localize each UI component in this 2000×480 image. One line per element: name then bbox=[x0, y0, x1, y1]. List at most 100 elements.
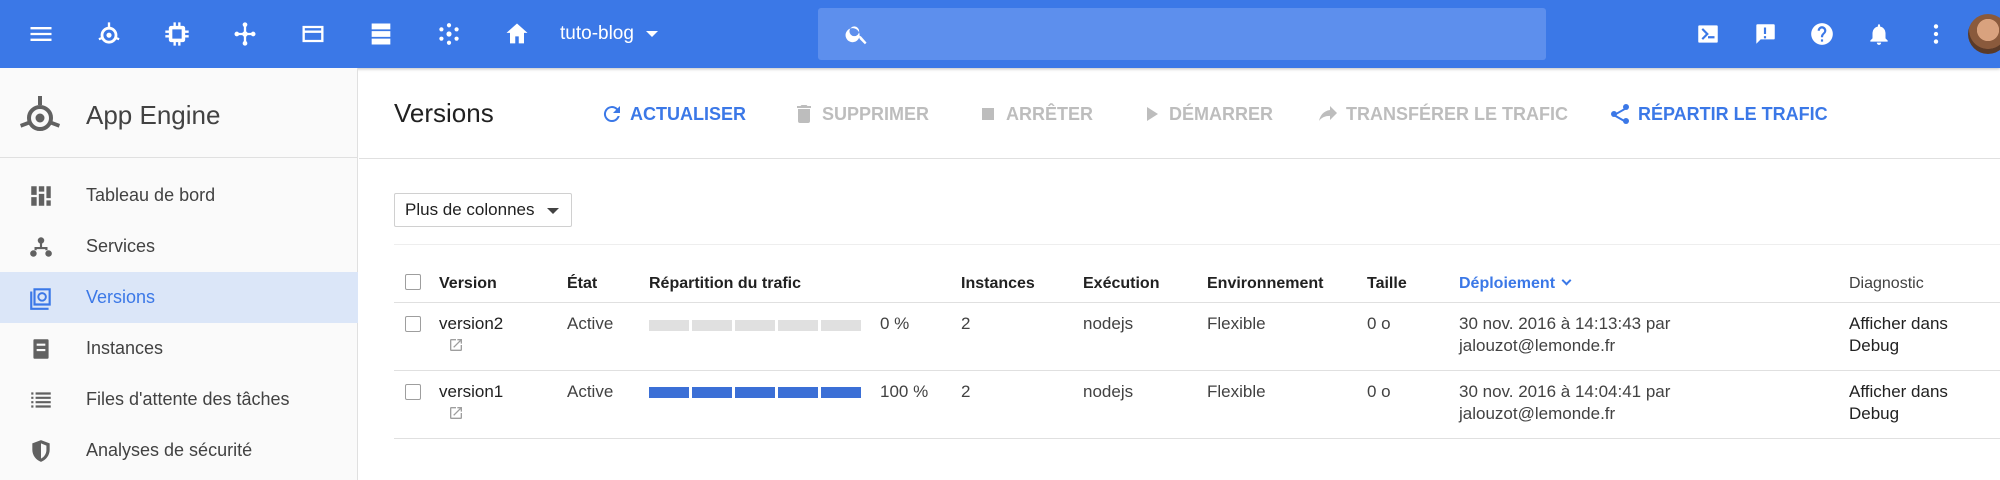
version-id[interactable]: version1 bbox=[439, 381, 503, 403]
column-header-state[interactable]: État bbox=[567, 275, 597, 293]
stop-label: ARRÊTER bbox=[1006, 103, 1094, 124]
feedback-icon[interactable] bbox=[1745, 14, 1785, 54]
play-icon bbox=[1147, 107, 1158, 121]
trash-icon bbox=[797, 105, 811, 123]
debug-link-line2[interactable]: Debug bbox=[1849, 403, 1899, 425]
sidebar-item-instances[interactable]: Instances bbox=[0, 323, 358, 374]
avatar[interactable] bbox=[1968, 14, 2000, 54]
traffic-percent: 0 % bbox=[880, 314, 910, 333]
notifications-icon[interactable] bbox=[1859, 14, 1899, 54]
deployed-by: jalouzot@lemonde.fr bbox=[1459, 404, 1616, 423]
app-engine-icon[interactable] bbox=[89, 14, 129, 54]
migrate-traffic-button[interactable]: TRANSFÉRER LE TRAFIC bbox=[1316, 100, 1568, 128]
share-icon bbox=[1611, 104, 1629, 124]
storage-icon[interactable] bbox=[293, 14, 333, 54]
row-checkbox[interactable] bbox=[405, 384, 421, 400]
sidebar-item-dashboard[interactable]: Tableau de bord bbox=[0, 170, 358, 221]
refresh-label: ACTUALISER bbox=[630, 103, 746, 124]
cluster-icon[interactable] bbox=[429, 14, 469, 54]
column-header-environment[interactable]: Environnement bbox=[1207, 275, 1323, 293]
database-icon[interactable] bbox=[361, 14, 401, 54]
sidebar-item-label: Tableau de bord bbox=[86, 185, 216, 205]
traffic-bar-segment bbox=[735, 320, 775, 331]
column-header-version[interactable]: Version bbox=[439, 275, 497, 293]
sidebar-item-security-scans[interactable]: Analyses de sécurité bbox=[0, 425, 358, 476]
column-header-size[interactable]: Taille bbox=[1367, 275, 1407, 293]
help-icon[interactable] bbox=[1802, 14, 1842, 54]
delete-button[interactable]: SUPPRIMER bbox=[792, 100, 929, 128]
sidebar-item-versions[interactable]: Versions bbox=[0, 272, 358, 323]
versions-icon bbox=[26, 283, 56, 313]
instances-icon bbox=[26, 334, 56, 364]
debug-link-line2[interactable]: Debug bbox=[1849, 335, 1899, 357]
sidebar-item-task-queues[interactable]: Files d'attente des tâches bbox=[0, 374, 358, 425]
start-button[interactable]: DÉMARRER bbox=[1139, 100, 1273, 128]
traffic-bar bbox=[649, 320, 861, 331]
traffic-bar bbox=[649, 387, 861, 398]
more-columns-dropdown[interactable]: Plus de colonnes bbox=[394, 193, 572, 227]
stop-button[interactable]: ARRÊTER bbox=[976, 100, 1093, 128]
home-icon[interactable] bbox=[497, 14, 537, 54]
search-icon bbox=[845, 26, 867, 45]
compute-chip-icon[interactable] bbox=[157, 14, 197, 54]
column-header-deployed[interactable]: Déploiement bbox=[1459, 275, 1572, 293]
traffic-bar-segment bbox=[821, 387, 861, 398]
deployed-by: jalouzot@lemonde.fr bbox=[1459, 336, 1616, 355]
split-traffic-button[interactable]: RÉPARTIR LE TRAFIC bbox=[1608, 100, 1828, 128]
instances-count: 2 bbox=[961, 314, 971, 333]
runtime: nodejs bbox=[1083, 382, 1134, 401]
column-header-traffic[interactable]: Répartition du trafic bbox=[649, 275, 801, 293]
debug-link-line1[interactable]: Afficher dans bbox=[1849, 381, 1948, 403]
traffic-bar-segment bbox=[692, 387, 732, 398]
top-app-bar: tuto-blog bbox=[0, 0, 2000, 68]
debug-link-line1[interactable]: Afficher dans bbox=[1849, 313, 1948, 335]
traffic-bar-segment bbox=[821, 320, 861, 331]
network-icon[interactable] bbox=[225, 14, 265, 54]
main-header: Versions ACTUALISER SUPPRIMER ARRÊTER DÉ… bbox=[359, 68, 2000, 159]
row-checkbox[interactable] bbox=[405, 316, 421, 332]
divider bbox=[394, 244, 2000, 245]
version-id[interactable]: version2 bbox=[439, 313, 503, 335]
cloud-shell-icon[interactable] bbox=[1688, 14, 1728, 54]
sort-descending-icon bbox=[1561, 275, 1572, 286]
column-header-instances[interactable]: Instances bbox=[961, 275, 1035, 293]
app-engine-logo-icon bbox=[20, 96, 60, 131]
refresh-icon bbox=[603, 106, 620, 123]
hamburger-menu-icon[interactable] bbox=[21, 14, 61, 54]
open-in-new-icon[interactable] bbox=[448, 337, 464, 353]
column-header-runtime[interactable]: Exécution bbox=[1083, 275, 1159, 293]
chevron-down-icon bbox=[547, 208, 559, 214]
traffic-bar-segment bbox=[649, 320, 689, 331]
more-vert-icon[interactable] bbox=[1916, 14, 1956, 54]
select-all-checkbox[interactable] bbox=[405, 274, 421, 290]
search-input[interactable] bbox=[884, 23, 1504, 45]
column-header-diagnostic: Diagnostic bbox=[1849, 275, 1924, 292]
traffic-bar-segment bbox=[649, 387, 689, 398]
project-selector[interactable]: tuto-blog bbox=[560, 20, 658, 48]
sidebar-item-services[interactable]: Services bbox=[0, 221, 358, 272]
sidebar-item-label: Analyses de sécurité bbox=[86, 440, 253, 460]
project-name: tuto-blog bbox=[560, 23, 634, 44]
traffic-percent: 100 % bbox=[880, 382, 929, 401]
search-box[interactable] bbox=[818, 8, 1546, 60]
deployed-date: 30 nov. 2016 à 14:13:43 par bbox=[1459, 314, 1671, 333]
chevron-down-icon bbox=[645, 31, 658, 37]
environment: Flexible bbox=[1207, 314, 1266, 333]
header-divider bbox=[394, 302, 2000, 303]
sidebar-item-label: Versions bbox=[86, 287, 156, 307]
dashboard-icon bbox=[26, 181, 56, 211]
sidebar-header: App Engine bbox=[0, 68, 358, 158]
traffic-bar-segment bbox=[692, 320, 732, 331]
task-queues-icon bbox=[26, 385, 56, 415]
row-divider bbox=[394, 370, 2000, 371]
forward-icon bbox=[1319, 106, 1337, 121]
split-traffic-label: RÉPARTIR LE TRAFIC bbox=[1638, 103, 1828, 124]
refresh-button[interactable]: ACTUALISER bbox=[600, 100, 746, 128]
open-in-new-icon[interactable] bbox=[448, 405, 464, 421]
delete-label: SUPPRIMER bbox=[822, 103, 930, 124]
size: 0 o bbox=[1367, 382, 1391, 401]
sidebar: App Engine Tableau de bord Services Vers… bbox=[0, 68, 358, 480]
version-state: Active bbox=[567, 314, 614, 333]
more-columns-label: Plus de colonnes bbox=[405, 200, 535, 219]
size: 0 o bbox=[1367, 314, 1391, 333]
